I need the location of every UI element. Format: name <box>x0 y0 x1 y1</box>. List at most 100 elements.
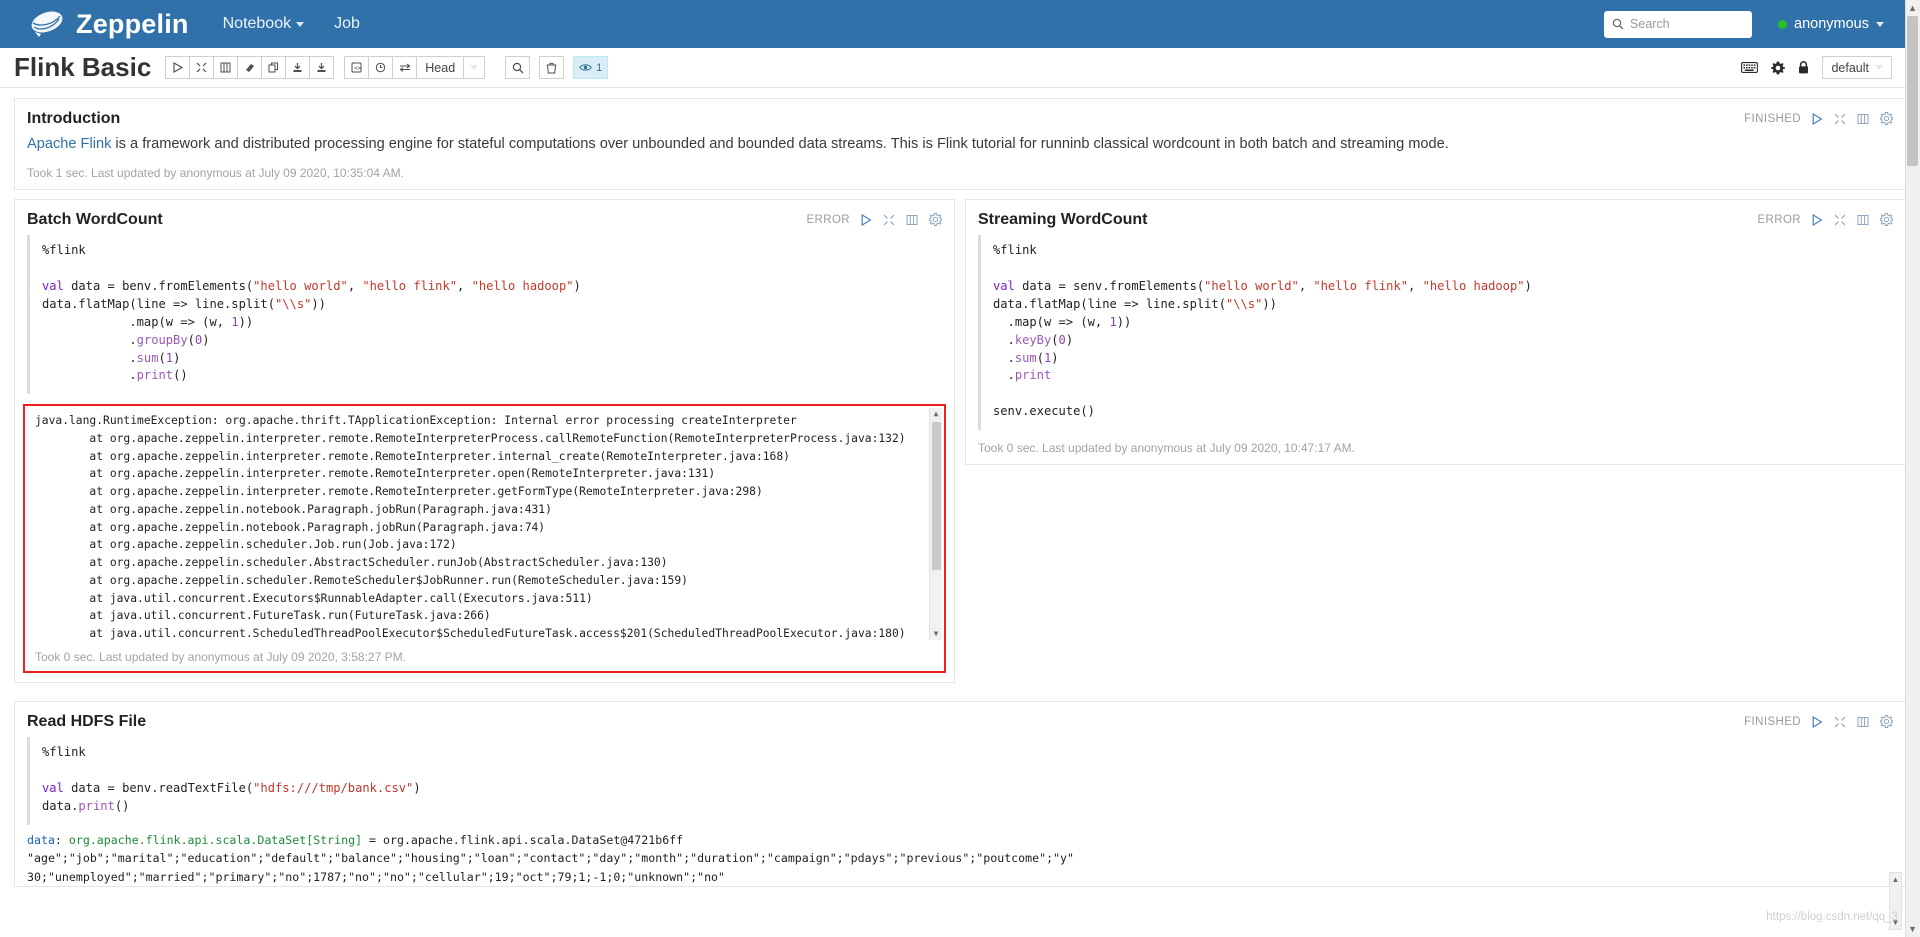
export-notebook-button[interactable] <box>285 56 311 79</box>
delete-notebook-button[interactable] <box>539 56 565 79</box>
paragraph-settings-gear-icon[interactable] <box>1880 715 1893 729</box>
watermark: https://blog.csdn.net/qq_3 <box>1766 911 1898 923</box>
paragraph-controls: FINISHED <box>1744 110 1893 125</box>
zeppelin-logo-icon <box>28 9 66 39</box>
collapse-all-button[interactable] <box>189 56 215 79</box>
error-line: at java.util.concurrent.Executors$Runnab… <box>35 591 593 605</box>
paragraph-title: Read HDFS File <box>27 713 147 731</box>
show-editor-icon[interactable] <box>906 214 918 226</box>
clock-icon[interactable] <box>368 56 394 79</box>
find-replace-button[interactable] <box>505 56 531 79</box>
nav-item-job[interactable]: Job <box>334 15 360 33</box>
status-badge: ERROR <box>1757 213 1801 226</box>
introduction-body-text: is a framework and distributed processin… <box>111 136 1449 152</box>
import-notebook-button[interactable] <box>309 56 335 79</box>
paragraph-settings-gear-icon[interactable] <box>1880 112 1893 125</box>
user-menu[interactable]: anonymous <box>1778 16 1884 32</box>
paragraph-footer-status: Took 0 sec. Last updated by anonymous at… <box>35 650 406 665</box>
run-paragraph-icon[interactable] <box>1812 715 1823 728</box>
code-view-icon[interactable]: <> <box>344 56 370 79</box>
paragraph-header: Batch WordCount ERROR <box>15 200 954 229</box>
error-line: at java.util.concurrent.FutureTask.run(F… <box>35 609 491 623</box>
error-line: at org.apache.zeppelin.scheduler.RemoteS… <box>35 573 688 587</box>
brand-logo-group[interactable]: Zeppelin <box>28 9 189 40</box>
show-code-button[interactable] <box>213 56 239 79</box>
paragraph-streaming-wordcount[interactable]: Streaming WordCount ERROR %flink val dat… <box>965 199 1906 466</box>
error-stacktrace[interactable]: java.lang.RuntimeException: org.apache.t… <box>25 406 944 642</box>
paragraph-title: Introduction <box>27 110 121 127</box>
error-line: at org.apache.zeppelin.interpreter.remot… <box>35 449 790 463</box>
status-badge: FINISHED <box>1744 112 1801 125</box>
show-editor-icon[interactable] <box>1857 214 1869 226</box>
paragraph-controls: FINISHED <box>1744 713 1893 729</box>
show-editor-icon[interactable] <box>1857 716 1869 728</box>
clone-notebook-button[interactable] <box>261 56 287 79</box>
keyboard-icon[interactable] <box>1741 62 1759 73</box>
run-paragraph-icon[interactable] <box>861 213 872 226</box>
chevron-down-icon <box>470 65 479 70</box>
notebook-body: Introduction FINISHED Apache Flink is a … <box>0 88 1920 888</box>
page-scrollbar-thumb[interactable] <box>1907 16 1918 166</box>
status-badge: ERROR <box>806 213 850 226</box>
paragraph-settings-gear-icon[interactable] <box>1880 213 1893 227</box>
expand-paragraph-icon[interactable] <box>883 214 895 226</box>
watchers-button[interactable]: 1 <box>573 56 609 79</box>
watchers-count: 1 <box>596 61 603 74</box>
toggle-layout-icon[interactable] <box>392 56 418 79</box>
lock-icon[interactable] <box>1798 61 1809 74</box>
gear-icon[interactable] <box>1771 61 1786 75</box>
interpreter-binding-dropdown[interactable]: default <box>1822 56 1892 79</box>
expand-paragraph-icon[interactable] <box>1834 113 1846 125</box>
search-input[interactable]: Search <box>1604 10 1753 38</box>
head-dropdown-label[interactable]: Head <box>416 56 465 79</box>
page-scrollbar[interactable]: ▲ ▼ <box>1905 0 1920 937</box>
paragraph-footer-status: Took 0 sec. Last updated by anonymous at… <box>978 441 1355 456</box>
clear-output-button[interactable] <box>237 56 263 79</box>
error-line: at java.util.concurrent.ScheduledThreadP… <box>35 627 906 641</box>
error-line: at org.apache.zeppelin.interpreter.remot… <box>35 467 716 481</box>
run-paragraph-icon[interactable] <box>1812 213 1823 226</box>
paragraph-settings-gear-icon[interactable] <box>929 213 942 227</box>
head-dropdown-toggle[interactable] <box>463 56 486 79</box>
paragraph-batch-wordcount[interactable]: Batch WordCount ERROR %flink val data = … <box>14 199 955 684</box>
chevron-down-icon <box>296 21 305 27</box>
run-paragraph-icon[interactable] <box>1812 112 1823 125</box>
search-placeholder: Search <box>1630 17 1670 31</box>
code-editor-streaming[interactable]: %flink val data = senv.fromElements("hel… <box>978 235 1893 431</box>
apache-flink-link[interactable]: Apache Flink <box>27 136 111 152</box>
paragraph-header: Introduction FINISHED <box>15 99 1905 128</box>
eye-icon <box>579 63 592 72</box>
output-line: 30;"unemployed";"married";"primary";"no"… <box>27 869 726 884</box>
scroll-down-arrow-icon[interactable]: ▼ <box>934 628 939 640</box>
paragraph-introduction[interactable]: Introduction FINISHED Apache Flink is a … <box>14 98 1906 191</box>
nav-item-notebook[interactable]: Notebook <box>223 15 305 33</box>
wordcount-row: Batch WordCount ERROR %flink val data = … <box>14 199 1906 692</box>
scroll-up-arrow-icon[interactable]: ▲ <box>1908 3 1917 13</box>
scrollbar-thumb[interactable] <box>932 422 941 571</box>
nav-links: Notebook Job <box>223 15 360 33</box>
error-line: at org.apache.zeppelin.notebook.Paragrap… <box>35 502 552 516</box>
brand-name: Zeppelin <box>76 8 189 39</box>
error-line: java.lang.RuntimeException: org.apache.t… <box>35 414 797 428</box>
expand-paragraph-icon[interactable] <box>1834 716 1846 728</box>
paragraph-read-hdfs-file[interactable]: Read HDFS File FINISHED %flink val data … <box>14 701 1906 888</box>
error-output-scrollbar[interactable]: ▲ ▼ <box>929 408 942 641</box>
error-line: at org.apache.zeppelin.interpreter.remot… <box>35 485 763 499</box>
error-line: at org.apache.zeppelin.notebook.Paragrap… <box>35 520 546 534</box>
interpreter-directive: %flink <box>42 745 86 760</box>
notebook-toolbar: Flink Basic <> Head 1 default <box>0 48 1920 88</box>
scroll-up-arrow-icon[interactable]: ▲ <box>934 408 939 420</box>
scroll-up-arrow-icon[interactable]: ▲ <box>1892 873 1900 884</box>
error-output-container: java.lang.RuntimeException: org.apache.t… <box>23 404 946 674</box>
markdown-output: Apache Flink is a framework and distribu… <box>15 128 1905 155</box>
scroll-down-arrow-icon[interactable]: ▼ <box>1908 924 1917 934</box>
code-editor-hdfs[interactable]: %flink val data = benv.readTextFile("hdf… <box>27 737 1893 825</box>
status-badge: FINISHED <box>1744 715 1801 728</box>
page-title[interactable]: Flink Basic <box>14 52 151 83</box>
show-editor-icon[interactable] <box>1857 113 1869 125</box>
run-all-button[interactable] <box>165 56 191 79</box>
paragraph-footer-status: Took 1 sec. Last updated by anonymous at… <box>27 166 404 181</box>
code-editor-batch[interactable]: %flink val data = benv.fromElements("hel… <box>27 235 942 395</box>
view-options-group: <> Head <box>344 56 486 79</box>
expand-paragraph-icon[interactable] <box>1834 214 1846 226</box>
